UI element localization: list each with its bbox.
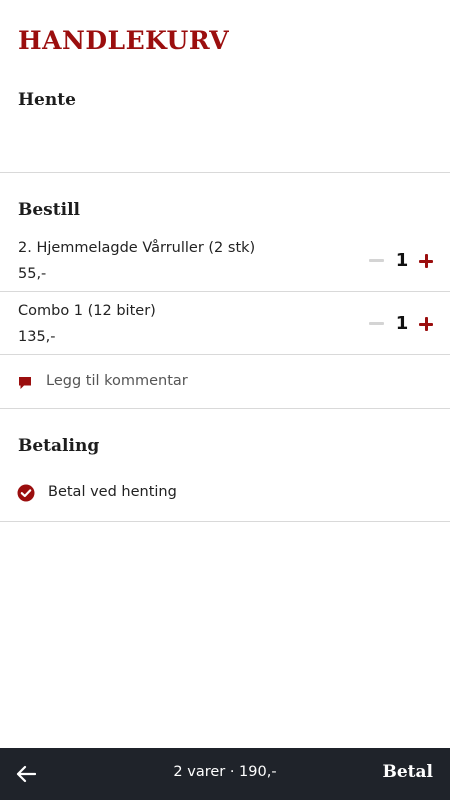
page-title: HANDLEKURV bbox=[18, 26, 230, 55]
divider bbox=[0, 291, 450, 292]
section-title-order: Bestill bbox=[18, 200, 80, 220]
item-name: 2. Hjemmelagde Vårruller (2 stk) bbox=[18, 240, 256, 256]
item-price: 135,- bbox=[18, 329, 56, 345]
add-comment-label: Legg til kommentar bbox=[46, 373, 188, 389]
payment-option-label: Betal ved henting bbox=[48, 484, 177, 500]
payment-option[interactable]: Betal ved henting bbox=[0, 474, 450, 514]
section-title-pickup: Hente bbox=[18, 90, 76, 110]
bottom-bar: 2 varer · 190,- Betal bbox=[0, 748, 450, 800]
quantity-value: 1 bbox=[395, 313, 409, 334]
check-circle-icon bbox=[17, 484, 35, 506]
item-name: Combo 1 (12 biter) bbox=[18, 303, 156, 319]
add-comment-button[interactable]: Legg til kommentar bbox=[0, 362, 450, 402]
divider bbox=[0, 354, 450, 355]
increase-quantity-button[interactable] bbox=[419, 317, 433, 331]
pay-button[interactable]: Betal bbox=[382, 762, 433, 782]
item-price: 55,- bbox=[18, 266, 47, 282]
divider bbox=[0, 521, 450, 522]
increase-quantity-button[interactable] bbox=[419, 254, 433, 268]
decrease-quantity-button[interactable] bbox=[369, 322, 384, 325]
divider bbox=[0, 172, 450, 173]
decrease-quantity-button[interactable] bbox=[369, 259, 384, 262]
divider bbox=[0, 408, 450, 409]
quantity-value: 1 bbox=[395, 250, 409, 271]
speech-bubble-icon bbox=[18, 375, 32, 394]
section-title-payment: Betaling bbox=[18, 436, 100, 456]
